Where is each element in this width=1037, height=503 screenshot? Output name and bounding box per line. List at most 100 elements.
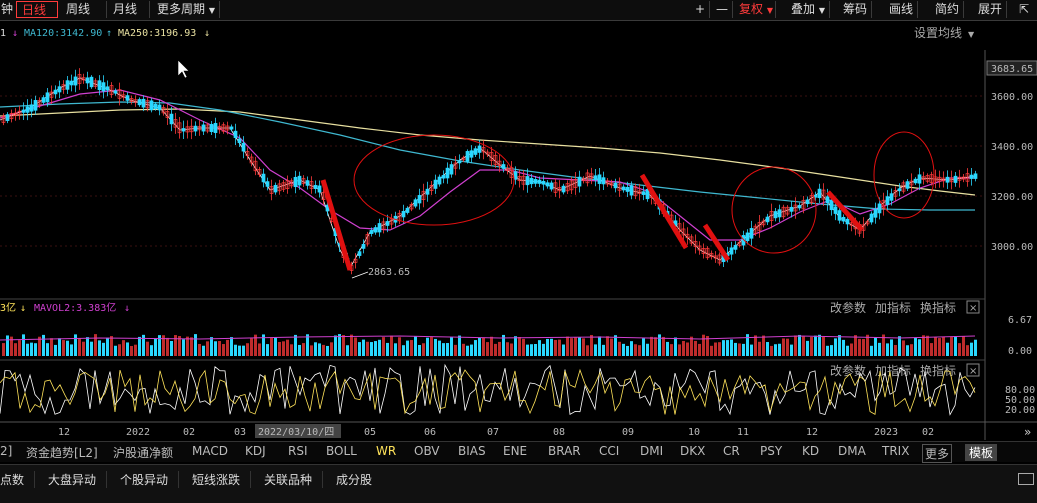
bottom-tab-market-moves[interactable]: 大盘异动 [48, 471, 108, 488]
ma-settings-button[interactable]: 设置均线 [914, 26, 962, 40]
chips-button[interactable]: 筹码 [838, 1, 872, 18]
candle-body [441, 175, 446, 179]
tab-cci[interactable]: CCI [599, 444, 619, 458]
volume-bar [282, 341, 285, 356]
indicator-tab-bar: 2] 资金趋势[L2] 沪股通净额 MACD KDJ RSI BOLL WR O… [0, 441, 1037, 463]
collapse-arrows-icon[interactable]: ⇱ [1014, 1, 1036, 18]
volume-bar [410, 340, 413, 356]
ma1-partial: 1 [0, 28, 6, 39]
simple-button[interactable]: 简约 [930, 1, 964, 18]
volume-bar [542, 343, 545, 356]
volume-bar [50, 338, 53, 356]
volume-switch-indicator-button[interactable]: 换指标 [920, 300, 956, 315]
partial-tab[interactable]: 钟 [0, 1, 14, 18]
expand-button[interactable]: 展开 [973, 1, 1007, 18]
volume-bar [738, 343, 741, 356]
volume-bar [598, 336, 601, 356]
price-tick-3000: 3000.00 [991, 242, 1033, 253]
volume-bar [494, 343, 497, 356]
volume-bar [702, 334, 705, 356]
volume-bar [902, 340, 905, 356]
volume-bar [602, 344, 605, 356]
volume-bar [958, 343, 961, 356]
volume-bar [266, 344, 269, 356]
candle-body [889, 193, 894, 201]
volume-bar [22, 334, 25, 356]
candle-body [593, 175, 598, 180]
candle-body [449, 164, 454, 175]
volume-bar [106, 337, 109, 356]
volume-bar [198, 343, 201, 356]
panel-toggle-icon[interactable] [1018, 473, 1034, 485]
tab-trix[interactable]: TRIX [882, 444, 909, 458]
tab-template[interactable]: 模板 [965, 444, 998, 461]
volume-tick-bottom: 0.00 [1008, 346, 1032, 357]
volume-bar [446, 343, 449, 356]
bottom-tab-short-moves[interactable]: 短线涨跌 [192, 471, 252, 488]
tab-northbound[interactable]: 沪股通净额 [113, 444, 173, 461]
candle-body [369, 230, 374, 234]
tab-dkx[interactable]: DKX [680, 444, 705, 458]
volume-bar [258, 343, 261, 356]
tab-macd[interactable]: MACD [192, 444, 228, 458]
overlay-button[interactable]: 叠加 ▼ [786, 1, 830, 18]
volume-bar [486, 342, 489, 356]
tab-daily[interactable]: 日线 [16, 1, 58, 18]
volume-bar [382, 337, 385, 356]
tab-weekly[interactable]: 周线 [61, 1, 107, 18]
tab-dma[interactable]: DMA [838, 444, 866, 458]
candle-body [817, 188, 822, 199]
tab-kdj[interactable]: KDJ [245, 444, 266, 458]
tab-dmi[interactable]: DMI [640, 444, 663, 458]
zoom-in-button[interactable]: + [690, 1, 710, 18]
scroll-right-icon[interactable]: » [1024, 425, 1031, 439]
tab-wr[interactable]: WR [376, 444, 396, 458]
zoom-out-button[interactable]: — [711, 1, 733, 18]
candle-body [21, 109, 26, 113]
volume-bar [90, 341, 93, 356]
candle-body [841, 216, 846, 222]
tab-obv[interactable]: OBV [414, 444, 440, 458]
volume-bar [974, 339, 977, 356]
volume-bar [338, 334, 341, 356]
volume-edit-params-button[interactable]: 改参数 [830, 300, 866, 315]
volume-bar [390, 335, 393, 356]
tab-more-periods[interactable]: 更多周期 ▼ [152, 1, 220, 18]
tab-kd[interactable]: KD [802, 444, 819, 458]
draw-line-button[interactable]: 画线 [884, 1, 918, 18]
candle-body [873, 208, 878, 218]
chart-area[interactable]: 1 ↓ MA120:3142.90 ↑ MA250:3196.93 ↓ 设置均线… [0, 20, 1037, 440]
tab-psy[interactable]: PSY [760, 444, 782, 458]
volume-add-indicator-button[interactable]: 加指标 [875, 300, 911, 315]
bottom-tab-points[interactable]: 点数 [0, 471, 36, 488]
tab-fund-trend[interactable]: 资金趋势[L2] [26, 444, 98, 461]
volume-bar [898, 336, 901, 356]
volume-bar [790, 344, 793, 356]
volume-bar [414, 336, 417, 356]
low-pointer [351, 271, 369, 279]
tab-rsi[interactable]: RSI [288, 444, 308, 458]
candle-body [113, 90, 118, 94]
volume-bar [294, 334, 297, 356]
volume-bar [630, 341, 633, 356]
candle-body [789, 206, 794, 212]
volume-bar [678, 344, 681, 356]
tab-partial[interactable]: 2] [0, 444, 12, 458]
tab-monthly[interactable]: 月线 [108, 1, 150, 18]
tab-boll[interactable]: BOLL [326, 444, 357, 458]
bottom-tab-stock-moves[interactable]: 个股异动 [120, 471, 180, 488]
volume-bar [318, 343, 321, 356]
tab-bias[interactable]: BIAS [458, 444, 486, 458]
tab-cr[interactable]: CR [723, 444, 740, 458]
tab-brar[interactable]: BRAR [548, 444, 581, 458]
tab-ene[interactable]: ENE [503, 444, 527, 458]
volume-bar [546, 338, 549, 356]
volume-bar [146, 341, 149, 356]
tab-more[interactable]: 更多 [922, 444, 953, 463]
bottom-tab-components[interactable]: 成分股 [336, 471, 382, 488]
candle-body [373, 227, 378, 233]
restore-rights-button[interactable]: 复权 ▼ [734, 1, 776, 18]
candle-body [473, 148, 478, 155]
bottom-tab-related[interactable]: 关联品种 [264, 471, 324, 488]
volume-bar [54, 344, 57, 356]
